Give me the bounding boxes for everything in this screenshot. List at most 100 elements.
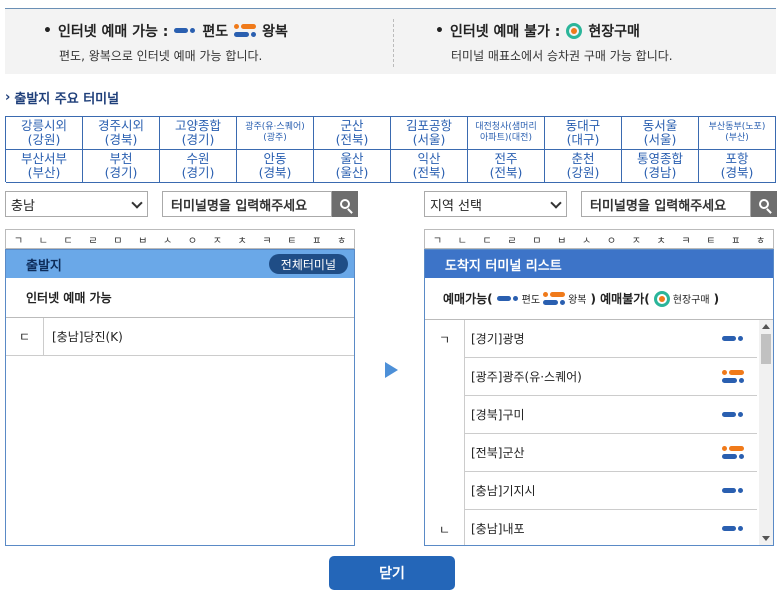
consonant-filter[interactable]: ㄱ [6,230,31,248]
consonant-filter[interactable]: ㅋ [255,230,280,248]
departure-search-input[interactable]: 터미널명을 입력해주세요 [162,191,332,217]
terminal-cell[interactable]: 경주시외 (경북) [83,117,160,150]
terminal-name: 광주(유·스퀘어) [245,122,305,132]
consonant-filter[interactable]: ㄴ [31,230,56,248]
departure-consonant-bar: ㄱㄴㄷㄹㅁㅂㅅㅇㅈㅊㅋㅌㅍㅎ [5,229,355,249]
consonant-filter[interactable]: ㄷ [475,230,500,248]
consonant-filter[interactable]: ㅇ [180,230,205,248]
arrival-sub-onsite: 현장구매 [672,295,710,306]
consonant-filter[interactable]: ㅂ [130,230,155,248]
terminal-cell[interactable]: 전주 (전북) [468,150,545,183]
list-item[interactable]: [경북]구미 [425,396,757,434]
consonant-filter[interactable]: ㄹ [500,230,525,248]
scroll-down-icon[interactable] [762,536,770,541]
list-item[interactable]: [전북]군산 [425,434,757,472]
consonant-filter[interactable]: ㅇ [599,230,624,248]
legend-online-ok-label: 인터넷 예매 가능 : [57,24,169,40]
consonant-filter[interactable]: ㅎ [329,230,354,248]
consonant-filter[interactable]: ㅌ [279,230,304,248]
consonant-filter[interactable]: ㅍ [304,230,329,248]
terminal-cell[interactable]: 포항 (경북) [699,150,776,183]
terminal-cell[interactable]: 군산 (전북) [314,117,391,150]
consonant-filter[interactable]: ㄷ [56,230,81,248]
terminal-cell[interactable]: 동서울 (서울) [622,117,699,150]
row-initial [425,472,465,510]
terminal-cell[interactable]: 춘천 (강원) [545,150,622,183]
consonant-filter[interactable]: ㅈ [624,230,649,248]
terminal-name: 부산서부 [20,151,67,166]
departure-region-select[interactable]: 충남 [5,191,148,217]
arrival-sub-end: ) [713,291,720,306]
terminal-region: (경기) [104,165,138,180]
onsite-icon [653,290,670,307]
departure-search-button[interactable] [332,191,358,217]
list-item[interactable]: ㄱ [경기]광명 [425,320,757,358]
arrival-sub-ok: 예매가능( [443,292,493,306]
row-initial: ㄷ [6,318,44,355]
consonant-filter[interactable]: ㅎ [748,230,773,248]
arrival-panel: 도착지 터미널 리스트 예매가능( 편도 왕복 ) 예매불가( 현장구매 ) ㄱ… [424,249,774,546]
close-button[interactable]: 닫기 [329,556,455,590]
row-initial [425,396,465,434]
legend-online-no-label: 인터넷 예매 불가 : [449,24,561,40]
consonant-filter[interactable]: ㅈ [205,230,230,248]
departure-search-placeholder: 터미널명을 입력해주세요 [171,198,308,214]
arrival-panel-header: 도착지 터미널 리스트 [425,250,773,278]
terminal-name: 부천 [109,151,133,166]
terminal-cell[interactable]: 익산 (전북) [391,150,468,183]
terminal-name: 춘천 [571,151,595,166]
consonant-filter[interactable]: ㄹ [81,230,106,248]
oneway-icon [722,411,744,419]
arrival-sub-round: 왕복 [568,295,587,306]
chevron-down-icon [550,197,562,209]
consonant-filter[interactable]: ㅁ [524,230,549,248]
arrival-search-input[interactable]: 터미널명을 입력해주세요 [581,191,751,217]
terminal-cell[interactable]: 부산서부 (부산) [6,150,83,183]
consonant-filter[interactable]: ㄱ [425,230,450,248]
terminal-region: (경기) [181,132,215,147]
consonant-filter[interactable]: ㅅ [155,230,180,248]
row-booking-type [709,472,757,510]
list-item[interactable]: [충남]기지시 [425,472,757,510]
terminal-cell[interactable]: 통영종합 (경남) [622,150,699,183]
all-terminals-button[interactable]: 전체터미널 [268,254,348,274]
consonant-filter[interactable]: ㅍ [723,230,748,248]
consonant-filter[interactable]: ㅂ [549,230,574,248]
consonant-filter[interactable]: ㅊ [230,230,255,248]
arrival-scrollbar[interactable] [759,320,773,545]
terminal-cell[interactable]: 부천 (경기) [83,150,160,183]
list-item[interactable]: ㄴ [충남]내포 [425,510,757,545]
scroll-thumb[interactable] [761,334,771,364]
terminal-cell[interactable]: 광주(유·스퀘어) (광주) [237,117,314,150]
terminal-cell[interactable]: 안동 (경북) [237,150,314,183]
legend-online-ok-desc: 편도, 왕복으로 인터넷 예매 가능 합니다. [59,49,263,63]
terminal-name: 군산 [340,118,364,133]
arrival-consonant-bar: ㄱㄴㄷㄹㅁㅂㅅㅇㅈㅊㅋㅌㅍㅎ [424,229,774,249]
terminal-cell[interactable]: 동대구 (대구) [545,117,622,150]
consonant-filter[interactable]: ㅊ [649,230,674,248]
consonant-filter[interactable]: ㅌ [698,230,723,248]
arrival-header-label: 도착지 터미널 리스트 [445,258,562,274]
scroll-up-icon[interactable] [762,324,770,329]
terminal-cell[interactable]: 대전청사(샘머리 아파트)(대전) [468,117,545,150]
terminal-cell[interactable]: 울산 (울산) [314,150,391,183]
terminal-name: 수원 [186,151,210,166]
terminal-cell[interactable]: 부산동부(노포) (부산) [699,117,776,150]
row-booking-type [709,358,757,396]
chevron-down-icon [131,197,143,209]
arrival-region-select[interactable]: 지역 선택 [424,191,567,217]
terminal-region: (강원) [566,165,600,180]
terminal-cell[interactable]: 강릉시외 (강원) [6,117,83,150]
consonant-filter[interactable]: ㄴ [450,230,475,248]
consonant-filter[interactable]: ㅋ [674,230,699,248]
consonant-filter[interactable]: ㅁ [105,230,130,248]
terminal-name: 울산 [340,151,364,166]
terminal-cell[interactable]: 고양종합 (경기) [160,117,237,150]
terminal-cell[interactable]: 김포공항 (서울) [391,117,468,150]
list-item[interactable]: [광주]광주(유·스퀘어) [425,358,757,396]
consonant-filter[interactable]: ㅅ [574,230,599,248]
terminal-cell[interactable]: 수원 (경기) [160,150,237,183]
list-item[interactable]: ㄷ [충남]당진(K) [6,318,354,356]
arrival-search-button[interactable] [751,191,777,217]
terminal-name: 동대구 [565,118,601,133]
